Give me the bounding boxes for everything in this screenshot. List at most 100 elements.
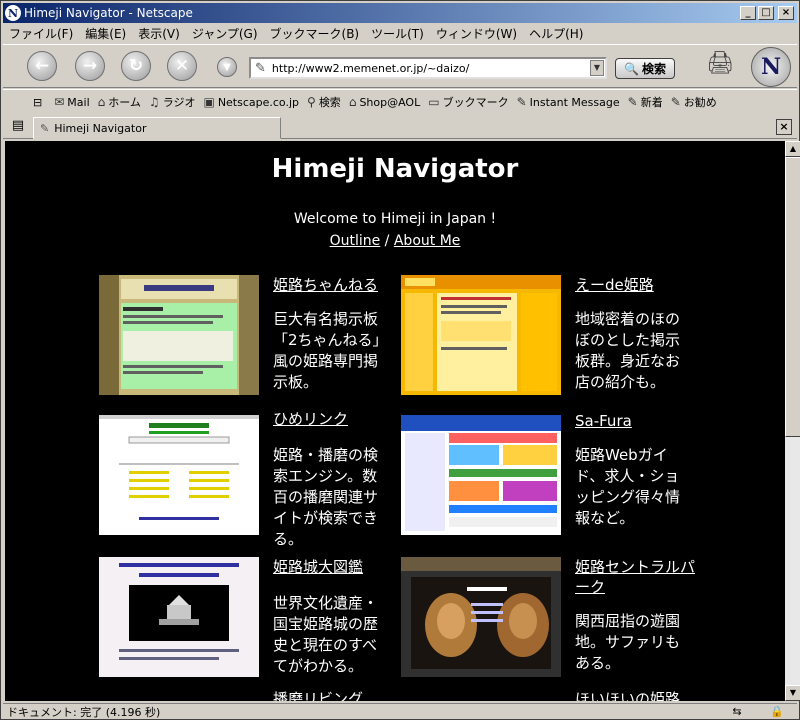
menu-window[interactable]: ウィンドウ(W): [430, 25, 523, 42]
stop-icon: ✕: [174, 56, 190, 76]
history-dropdown-button[interactable]: ▼: [217, 57, 237, 77]
ptbar-new[interactable]: ✎ 新着: [624, 94, 667, 110]
reload-icon: ↻: [128, 56, 144, 76]
page-content: Himeji Navigator Welcome to Himeji in Ja…: [5, 141, 785, 701]
site-link-sa-fura[interactable]: Sa-Fura: [575, 411, 632, 431]
menu-help[interactable]: ヘルプ(H): [523, 25, 589, 42]
scroll-up-button[interactable]: ▲: [785, 141, 800, 157]
himeji-channel-screenshot: [99, 275, 259, 395]
about-me-link[interactable]: About Me: [394, 233, 461, 249]
site-desc-central-park: 関西屈指の遊園地。サファリもある。: [575, 612, 681, 672]
ptbar-instant-message[interactable]: ✎ Instant Message: [513, 95, 624, 109]
back-button[interactable]: ←: [27, 51, 57, 81]
ptbar-search-label: 検索: [318, 96, 341, 109]
chevron-down-icon: ▼: [223, 61, 231, 73]
site-link-himeji-channel[interactable]: 姫路ちゃんねる: [273, 275, 378, 295]
minimize-button[interactable]: _: [740, 6, 756, 20]
close-tab-button[interactable]: ×: [776, 119, 792, 135]
search-icon: ⚲: [307, 95, 316, 109]
menu-view[interactable]: 表示(V): [132, 25, 186, 42]
status-bar: ドキュメント: 完了 (4.196 秒) ⇆ 🔒: [3, 703, 797, 719]
ptbar-mail-label: Mail: [67, 95, 90, 109]
maximize-button[interactable]: □: [758, 6, 774, 20]
menu-file[interactable]: ファイル(F): [3, 25, 79, 42]
mail-icon: ✉: [54, 95, 65, 109]
site-link-e-de-himeji[interactable]: えーde姫路: [575, 275, 654, 295]
ptbar-new-label: 新着: [640, 96, 663, 109]
site-link-castle-encyclopedia[interactable]: 姫路城大図鑑: [273, 557, 363, 577]
browser-window: N Himeji Navigator - Netscape _ □ × ファイル…: [0, 0, 800, 720]
site-thumbnail[interactable]: [99, 415, 259, 535]
page-icon: ✎: [40, 121, 50, 135]
ptbar-im-label: Instant Message: [529, 95, 620, 109]
menu-bookmarks[interactable]: ブックマーク(B): [264, 25, 366, 42]
menu-go[interactable]: ジャンプ(G): [186, 25, 264, 42]
search-button-label: 検索: [641, 62, 666, 76]
scroll-down-button[interactable]: ▼: [785, 685, 800, 701]
navigation-toolbar: ← → ↻ ✕ ▼ ✎ http://www2.memenet.or.jp/~d…: [3, 44, 797, 88]
ptbar-bookmarks[interactable]: ▭ ブックマーク: [424, 94, 512, 110]
url-field[interactable]: ✎ http://www2.memenet.or.jp/~daizo/ ▼: [249, 57, 607, 79]
site-link-hime-link[interactable]: ひめリンク: [273, 409, 348, 429]
netscape-logo[interactable]: N: [751, 47, 791, 87]
window-title: Himeji Navigator - Netscape: [24, 6, 193, 20]
reload-button[interactable]: ↻: [121, 51, 151, 81]
ptbar-search[interactable]: ⚲ 検索: [303, 94, 345, 110]
ptbar-radio-label: ラジオ: [162, 96, 196, 109]
menu-tools[interactable]: ツール(T): [365, 25, 430, 42]
url-dropdown-button[interactable]: ▼: [590, 60, 604, 76]
toolbar-grip-icon[interactable]: ⊟: [3, 96, 50, 109]
ptbar-home-label: ホーム: [108, 96, 141, 109]
outline-link[interactable]: Outline: [330, 233, 381, 249]
site-link-central-park[interactable]: 姫路セントラルパーク: [575, 557, 695, 597]
magnifier-icon: 🔍: [624, 61, 639, 76]
ptbar-netscape[interactable]: ▣ Netscape.co.jp: [199, 95, 303, 109]
scroll-thumb[interactable]: [785, 157, 800, 437]
search-button[interactable]: 🔍 検索: [615, 58, 675, 79]
menu-bar: ファイル(F) 編集(E) 表示(V) ジャンプ(G) ブックマーク(B) ツー…: [3, 24, 797, 43]
tab-label: Himeji Navigator: [54, 121, 147, 135]
title-bar[interactable]: N Himeji Navigator - Netscape _ □ ×: [3, 3, 797, 23]
link-icon: ✎: [516, 95, 527, 109]
site-thumbnail[interactable]: [99, 275, 259, 395]
folder-icon: ▭: [428, 95, 440, 109]
tab-himeji-navigator[interactable]: ✎ Himeji Navigator: [33, 117, 281, 139]
hime-link-screenshot: [99, 415, 259, 535]
ptbar-recommend[interactable]: ✎ お勧め: [667, 94, 721, 110]
connection-icon: ⇆: [732, 705, 742, 718]
security-lock-icon[interactable]: 🔒: [757, 705, 797, 718]
vertical-scrollbar[interactable]: ▲ ▼: [785, 141, 800, 701]
site-link-harima-living[interactable]: 播磨リビング: [273, 689, 363, 701]
ptbar-home[interactable]: ⌂ ホーム: [94, 94, 145, 110]
forward-arrow-icon: →: [82, 56, 98, 76]
shop-icon: ⌂: [348, 95, 357, 109]
home-icon: ⌂: [97, 95, 106, 109]
site-thumbnail[interactable]: [401, 275, 561, 395]
header-links: Outline / About Me: [5, 233, 785, 249]
site-thumbnail[interactable]: [401, 415, 561, 535]
site-link-hoihoi-himeji[interactable]: ほいほいの姫路: [575, 689, 680, 701]
ptbar-shop-label: Shop@AOL: [359, 95, 421, 109]
link-icon: ✎: [627, 95, 638, 109]
close-button[interactable]: ×: [778, 6, 794, 20]
welcome-text: Welcome to Himeji in Japan !: [293, 211, 497, 227]
site-desc-castle-encyclopedia: 世界文化遺産・国宝姫路城の歴史と現在のすべてがわかる。: [273, 594, 379, 675]
page-title: Himeji Navigator: [271, 154, 519, 184]
e-de-himeji-screenshot: [401, 275, 561, 395]
link-separator: /: [380, 233, 394, 249]
print-icon[interactable]: 🖨: [703, 51, 737, 77]
sa-fura-screenshot: [401, 415, 561, 535]
site-thumbnail[interactable]: [99, 557, 259, 677]
ptbar-mail[interactable]: ✉ Mail: [50, 95, 93, 109]
site-desc-hime-link: 姫路・播磨の検索エンジン。数百の播磨関連サイトが検索できる。: [273, 446, 379, 548]
netscape-icon: N: [5, 5, 21, 21]
ptbar-radio[interactable]: ♫ ラジオ: [145, 94, 200, 110]
headphones-icon: ♫: [148, 95, 160, 109]
site-thumbnail[interactable]: [401, 557, 561, 677]
menu-edit[interactable]: 編集(E): [79, 25, 132, 42]
new-tab-icon[interactable]: ▤: [9, 118, 27, 136]
stop-button[interactable]: ✕: [167, 51, 197, 81]
forward-button[interactable]: →: [75, 51, 105, 81]
ptbar-bookmarks-label: ブックマーク: [442, 96, 509, 109]
ptbar-shop[interactable]: ⌂ Shop@AOL: [345, 95, 424, 109]
